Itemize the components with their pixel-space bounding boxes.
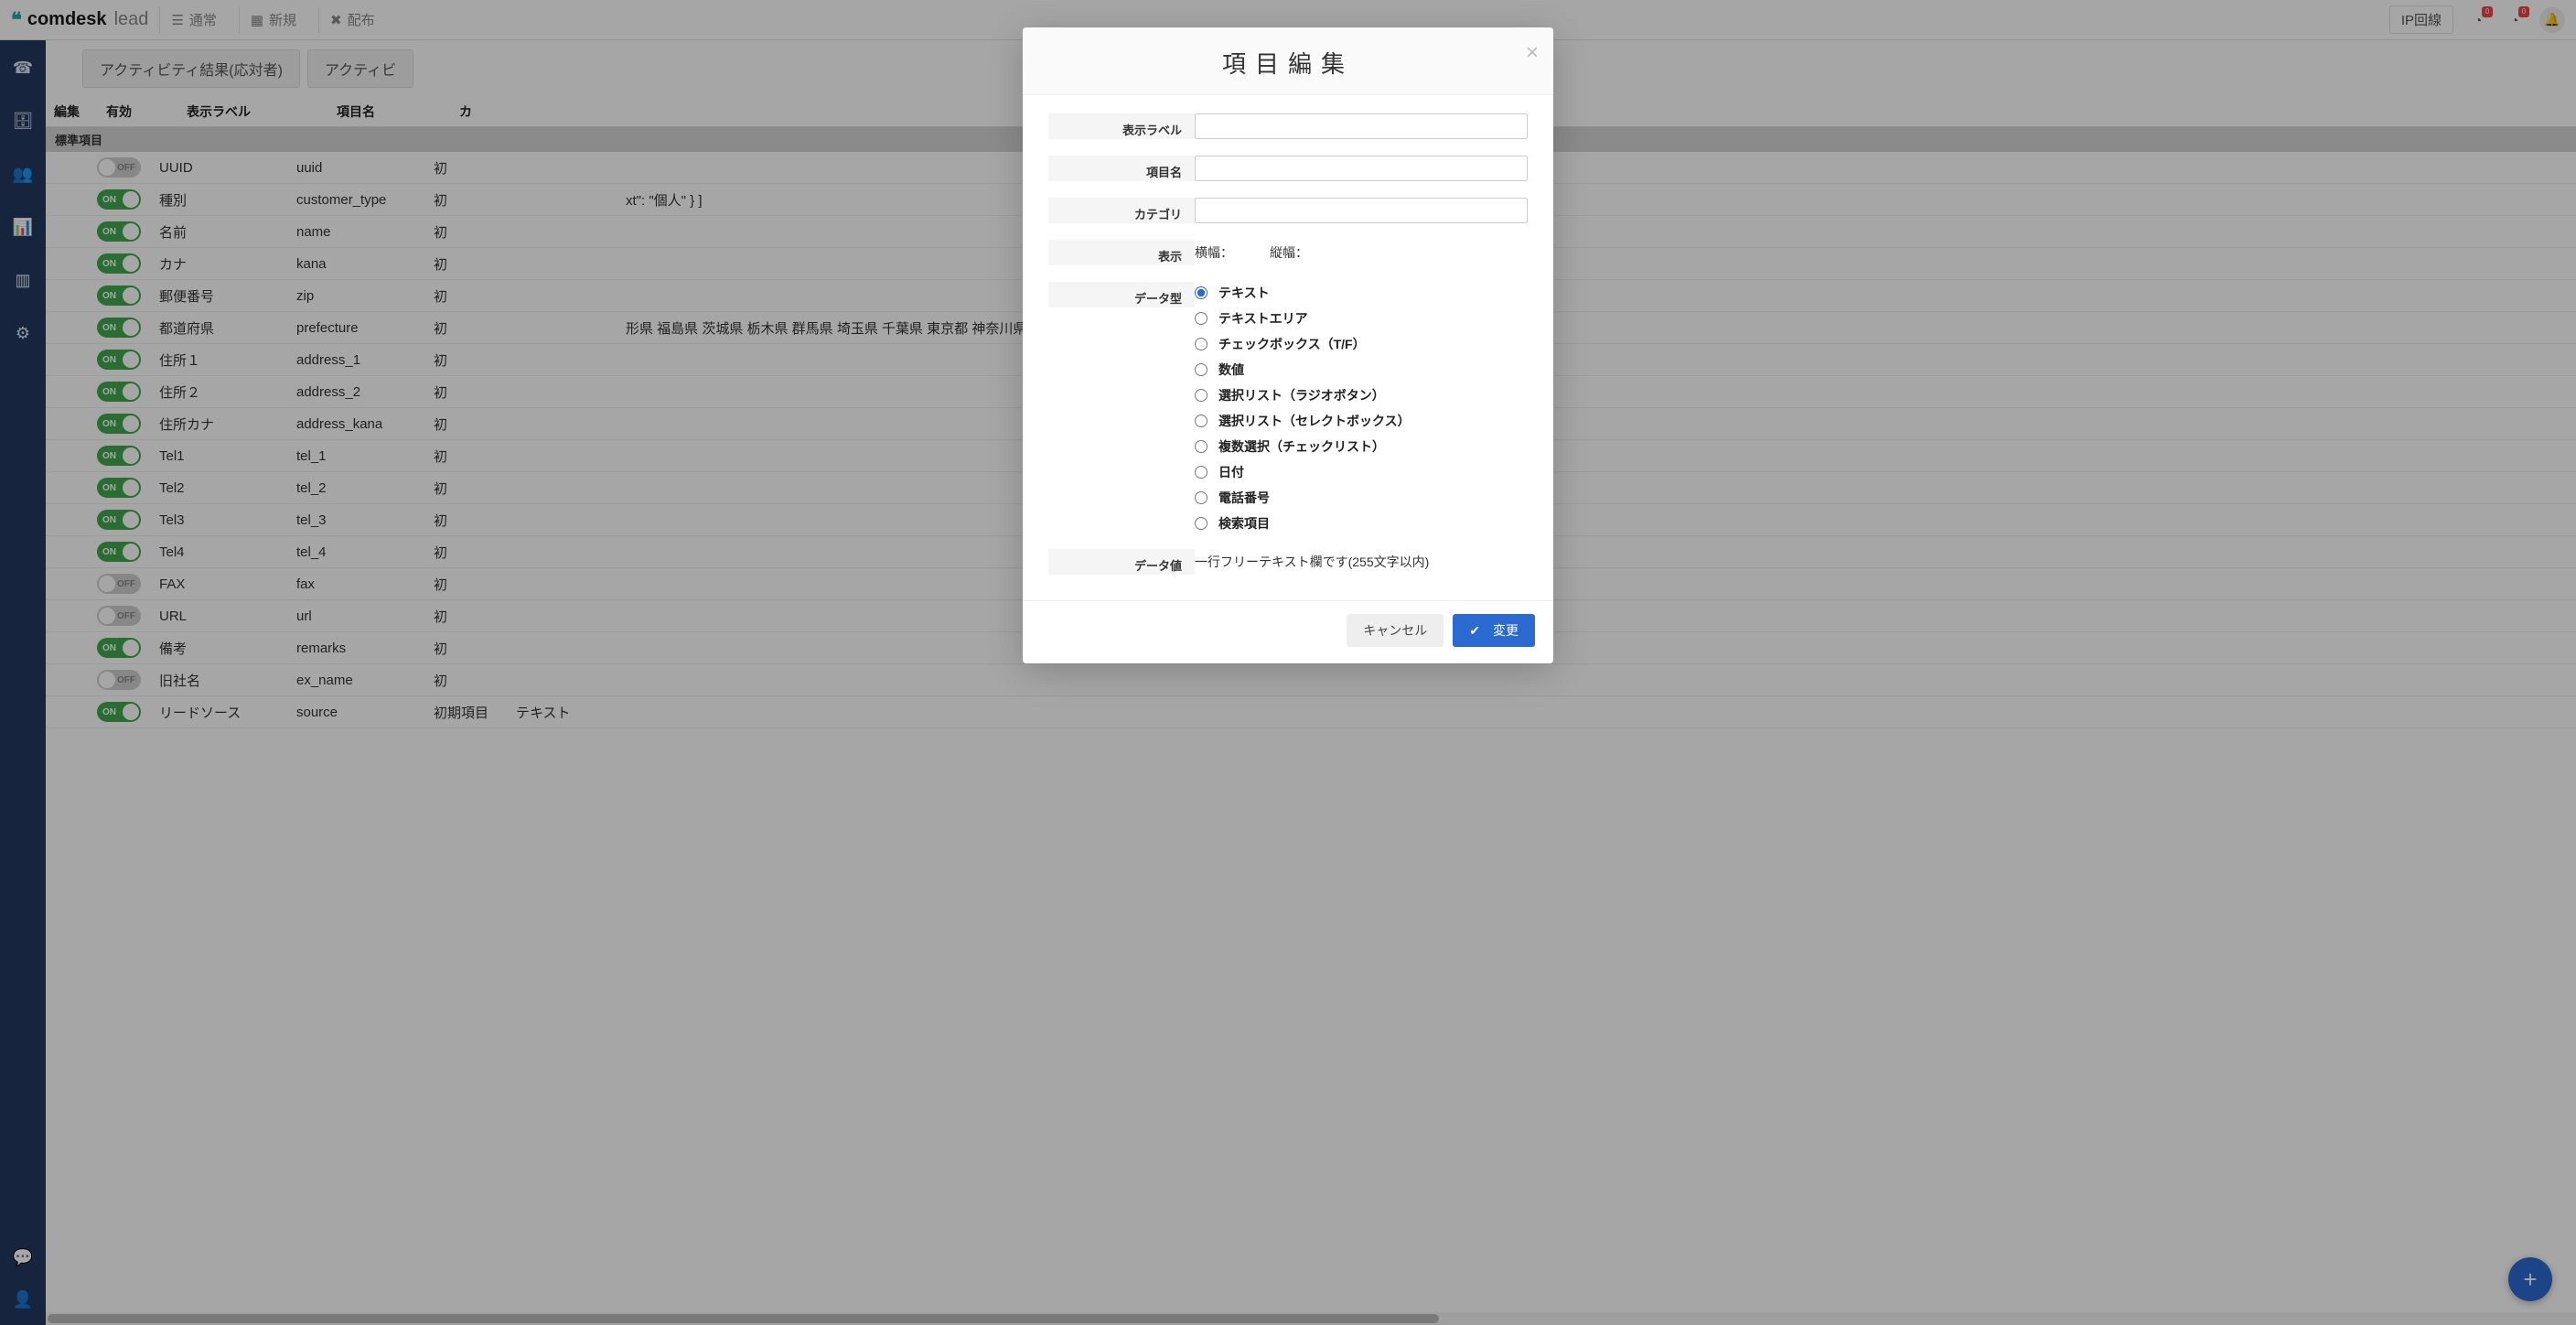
radio-input[interactable] (1195, 286, 1208, 299)
radio-label: 選択リスト（セレクトボックス） (1218, 412, 1411, 430)
label-display-label: 表示ラベル (1048, 113, 1195, 139)
radio-label: テキストエリア (1218, 309, 1308, 328)
data-type-option[interactable]: 選択リスト（セレクトボックス） (1195, 412, 1528, 430)
label-data-type: データ型 (1048, 282, 1195, 307)
label-data-value: データ値 (1048, 549, 1195, 575)
modal-title: 項目編集 (1045, 46, 1531, 80)
radio-label: 日付 (1218, 463, 1244, 481)
radio-input[interactable] (1195, 363, 1208, 376)
radio-input[interactable] (1195, 415, 1208, 427)
radio-input[interactable] (1195, 466, 1208, 479)
data-value-description: 一行フリーテキスト欄です(255文字以内) (1195, 549, 1528, 571)
data-type-option[interactable]: テキストエリア (1195, 309, 1528, 328)
radio-label: チェックボックス（T/F） (1218, 335, 1366, 353)
data-type-option[interactable]: 選択リスト（ラジオボタン） (1195, 386, 1528, 404)
radio-label: 数値 (1218, 361, 1244, 379)
label-display: 表示 (1048, 240, 1195, 265)
data-type-radio-group: テキストテキストエリアチェックボックス（T/F） 数値選択リスト（ラジオボタン） 選… (1195, 282, 1528, 533)
data-type-option[interactable]: 日付 (1195, 463, 1528, 481)
modal-body: 表示ラベル 項目名 カテゴリ 表示 横幅： 縦幅： データ型 テキストテキストエ… (1023, 95, 1553, 600)
radio-input[interactable] (1195, 389, 1208, 402)
data-type-option[interactable]: チェックボックス（T/F） (1195, 335, 1528, 353)
input-display-label[interactable] (1195, 113, 1528, 139)
label-item-name: 項目名 (1048, 156, 1195, 181)
radio-label: テキスト (1218, 284, 1270, 302)
radio-label: 電話番号 (1218, 489, 1270, 507)
submit-label: 変更 (1493, 621, 1519, 640)
modal-header: 項目編集 × (1023, 27, 1553, 95)
close-icon: × (1526, 40, 1539, 65)
data-type-option[interactable]: 数値 (1195, 361, 1528, 379)
submit-button[interactable]: ✔ 変更 (1453, 614, 1535, 647)
radio-input[interactable] (1195, 440, 1208, 453)
modal-footer: キャンセル ✔ 変更 (1023, 600, 1553, 663)
data-type-option[interactable]: 検索項目 (1195, 514, 1528, 533)
data-type-option[interactable]: 複数選択（チェックリスト） (1195, 437, 1528, 456)
label-category: カテゴリ (1048, 198, 1195, 223)
data-type-option[interactable]: テキスト (1195, 284, 1528, 302)
modal-close-button[interactable]: × (1526, 42, 1539, 64)
radio-label: 検索項目 (1218, 514, 1270, 533)
data-type-option[interactable]: 電話番号 (1195, 489, 1528, 507)
width-label: 横幅： (1195, 243, 1233, 262)
check-icon: ✔ (1469, 623, 1480, 639)
edit-item-modal: 項目編集 × 表示ラベル 項目名 カテゴリ 表示 横幅： 縦幅： データ型 (1023, 27, 1553, 663)
radio-label: 選択リスト（ラジオボタン） (1218, 386, 1385, 404)
radio-input[interactable] (1195, 312, 1208, 325)
radio-input[interactable] (1195, 338, 1208, 350)
input-item-name[interactable] (1195, 156, 1528, 181)
input-category[interactable] (1195, 198, 1528, 223)
radio-input[interactable] (1195, 491, 1208, 504)
radio-input[interactable] (1195, 517, 1208, 530)
cancel-button[interactable]: キャンセル (1347, 614, 1444, 647)
height-label: 縦幅： (1270, 243, 1308, 262)
radio-label: 複数選択（チェックリスト） (1218, 437, 1385, 456)
